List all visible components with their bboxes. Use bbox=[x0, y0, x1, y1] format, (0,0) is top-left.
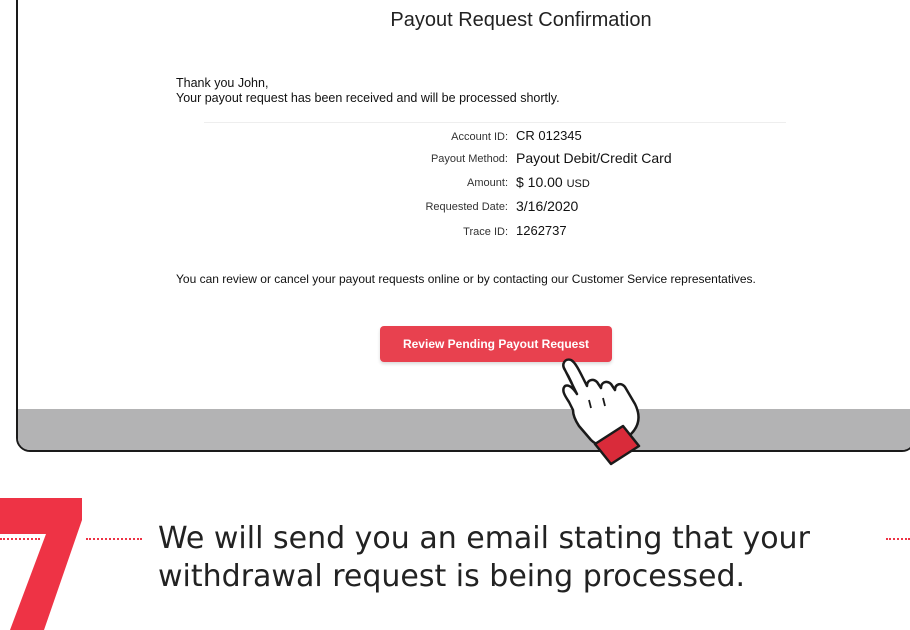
detail-label: Trace ID: bbox=[463, 226, 508, 238]
detail-label: Requested Date: bbox=[425, 201, 508, 213]
divider bbox=[204, 122, 786, 123]
step-dash-right bbox=[886, 538, 910, 540]
detail-value: CR 012345 bbox=[516, 128, 582, 143]
device-frame: Payout Request Confirmation Thank you Jo… bbox=[16, 0, 910, 452]
detail-label: Payout Method: bbox=[430, 153, 508, 165]
detail-label: Account ID: bbox=[451, 131, 508, 143]
detail-value: 3/16/2020 bbox=[516, 198, 579, 214]
detail-value: $ 10.00 USD bbox=[516, 174, 590, 190]
detail-row-amount: Amount: $ 10.00 USD bbox=[18, 174, 910, 192]
detail-row-payout-method: Payout Method: Payout Debit/Credit Card bbox=[18, 150, 910, 168]
amount-value: $ 10.00 bbox=[516, 174, 563, 190]
detail-row-account-id: Account ID: CR 012345 bbox=[18, 128, 910, 146]
review-note: You can review or cancel your payout req… bbox=[176, 272, 756, 286]
detail-row-requested-date: Requested Date: 3/16/2020 bbox=[18, 198, 910, 216]
greeting-name: Thank you John, bbox=[176, 76, 269, 90]
detail-label: Amount: bbox=[467, 177, 508, 189]
confirmation-screen: Payout Request Confirmation Thank you Jo… bbox=[18, 0, 910, 413]
greeting: Thank you John, Your payout request has … bbox=[176, 76, 560, 106]
greeting-message: Your payout request has been received an… bbox=[176, 91, 560, 105]
page-title: Payout Request Confirmation bbox=[390, 9, 652, 31]
step-description: We will send you an email stating that y… bbox=[158, 521, 810, 594]
detail-value: Payout Debit/Credit Card bbox=[516, 150, 672, 166]
step-number-badge bbox=[0, 498, 82, 630]
device-bezel bbox=[18, 409, 910, 450]
detail-row-trace-id: Trace ID: 1262737 bbox=[18, 223, 910, 241]
detail-value: 1262737 bbox=[516, 223, 567, 238]
step-dash-mid bbox=[86, 538, 142, 540]
currency-unit: USD bbox=[566, 178, 590, 190]
pointing-hand-icon bbox=[562, 358, 641, 466]
